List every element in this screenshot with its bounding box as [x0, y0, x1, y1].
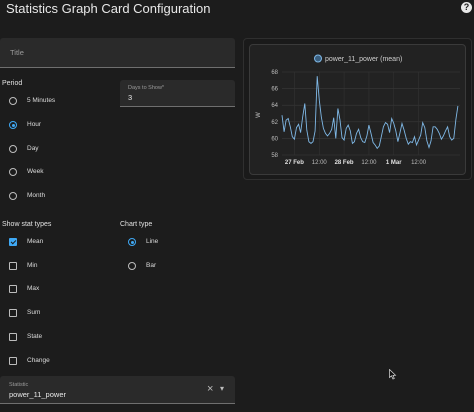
y-tick-label: 68	[271, 70, 278, 76]
x-tick-label: 1 Mar	[386, 160, 402, 166]
stat-checkbox-change[interactable]	[9, 357, 17, 365]
stat-option-label: Change	[27, 357, 50, 364]
days-to-show-field[interactable]: Days to Show* 3	[120, 80, 235, 107]
stat-option-label: Min	[27, 262, 38, 269]
help-icon[interactable]: ?	[461, 2, 472, 13]
chart-type-radio-line[interactable]	[128, 238, 136, 246]
y-axis-label: W	[256, 112, 262, 118]
period-option-label: Day	[27, 145, 39, 152]
stat-option-label: Mean	[27, 238, 44, 245]
stat-checkbox-min[interactable]	[9, 262, 17, 270]
x-tick-label: 12:00	[312, 160, 328, 166]
period-label: Period	[2, 80, 23, 87]
period-radio-month[interactable]	[9, 192, 17, 200]
y-tick-label: 64	[271, 103, 278, 109]
days-to-show-value: 3	[128, 93, 133, 102]
legend-entry: power_11_power (mean)	[325, 56, 402, 63]
clear-icon[interactable]: ×	[207, 384, 213, 395]
x-axis-ticks: 27 Feb 12:00 28 Feb 12:00 1 Mar 12:00	[285, 160, 427, 166]
stat-types-label: Show stat types	[2, 221, 52, 228]
stat-option-label: State	[27, 333, 43, 340]
stat-checkbox-mean[interactable]	[9, 238, 17, 246]
x-tick-label: 27 Feb	[285, 160, 304, 166]
statistic-picker[interactable]: Statistic power_11_power × ▾	[0, 376, 235, 404]
stat-checkbox-state[interactable]	[9, 333, 17, 341]
stat-checkbox-sum[interactable]	[9, 309, 17, 317]
period-radio-hour[interactable]	[9, 121, 17, 129]
stat-option-label: Max	[27, 285, 40, 292]
x-tick-label: 12:00	[361, 160, 377, 166]
line-chart: 68 66 64 62 60 58 27 Feb 12:00 28 Feb 12:00 1 Mar…	[256, 54, 460, 166]
chart-type-label: Chart type	[120, 221, 153, 228]
y-axis-ticks: 68 66 64 62 60 58	[271, 70, 278, 159]
period-option-label: Month	[27, 192, 46, 199]
statistic-label: Statistic	[9, 382, 29, 388]
period-option-label: Week	[27, 168, 44, 175]
chart-type-radio-bar[interactable]	[128, 262, 136, 270]
statistics-graph-card: 68 66 64 62 60 58 27 Feb 12:00 28 Feb 12:00 1 Mar…	[249, 44, 466, 175]
chart-grid	[282, 71, 460, 156]
y-tick-label: 62	[271, 120, 278, 126]
statistic-value: power_11_power	[9, 390, 66, 399]
period-option-label: 5 Minutes	[27, 97, 56, 104]
title-field-placeholder: Title	[10, 48, 24, 57]
x-tick-label: 28 Feb	[335, 160, 354, 166]
period-radio-week[interactable]	[9, 168, 17, 176]
page-title: Statistics Graph Card Configuration	[6, 1, 211, 16]
title-field[interactable]: Title	[0, 38, 235, 68]
y-tick-label: 66	[271, 87, 278, 93]
legend-swatch	[314, 54, 322, 63]
chart-type-option-label: Bar	[146, 262, 157, 269]
chevron-down-icon[interactable]: ▾	[220, 385, 224, 393]
days-to-show-label: Days to Show*	[128, 85, 165, 91]
series-line-power-11-power	[281, 76, 459, 150]
period-radio-day[interactable]	[9, 145, 17, 153]
x-tick-label: 12:00	[411, 160, 427, 166]
stat-checkbox-max[interactable]	[9, 285, 17, 293]
stat-option-label: Sum	[27, 309, 41, 316]
y-tick-label: 60	[271, 136, 278, 142]
period-option-label: Hour	[27, 121, 42, 128]
mouse-cursor-icon	[389, 369, 397, 380]
period-radio-5-minutes[interactable]	[9, 97, 17, 105]
chart-type-option-label: Line	[146, 238, 159, 245]
y-tick-label: 58	[271, 153, 278, 159]
